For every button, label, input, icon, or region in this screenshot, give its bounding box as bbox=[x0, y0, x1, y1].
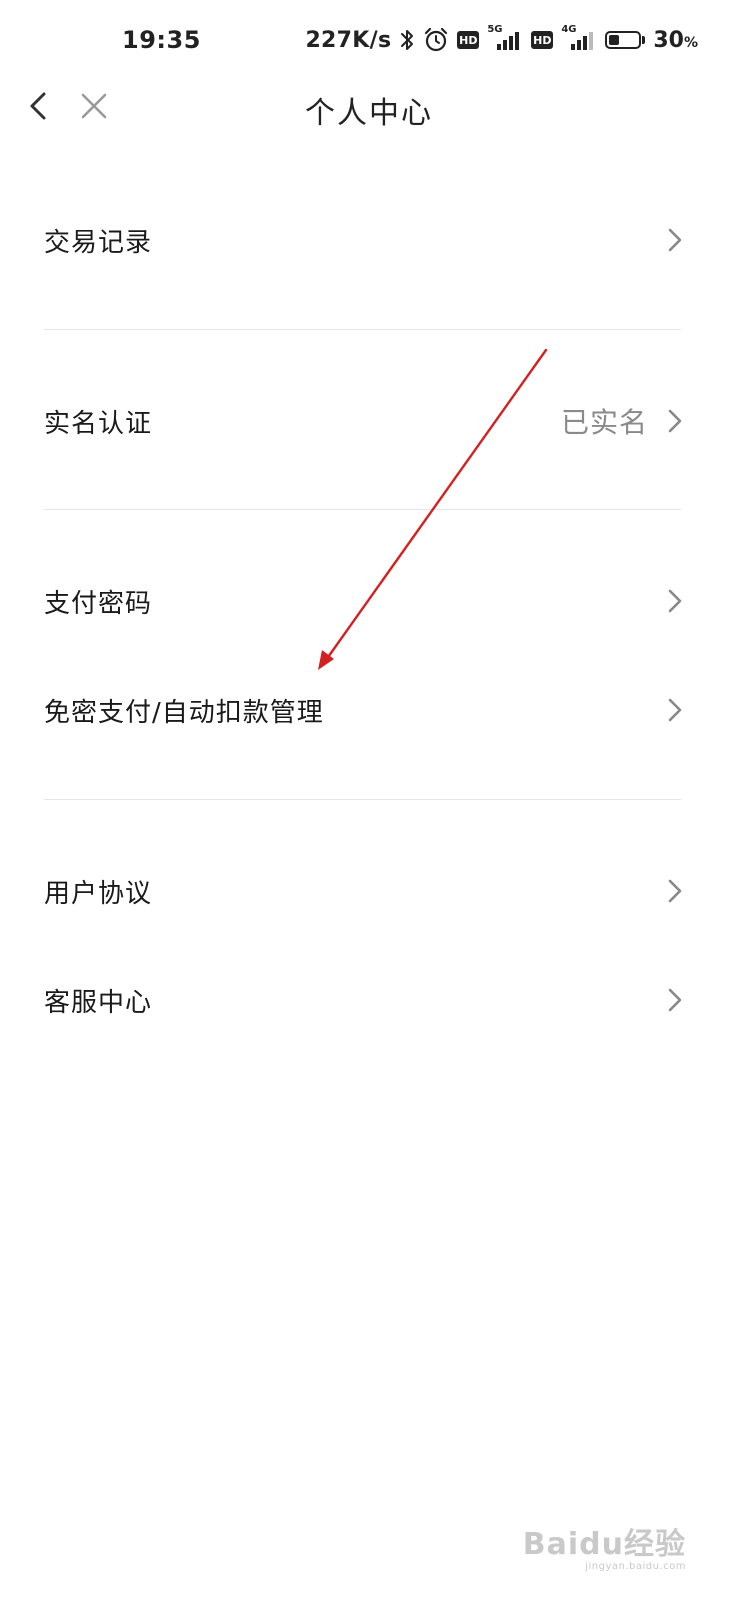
hd-badge-2: HD bbox=[531, 31, 554, 49]
watermark-brand: Baidu经验 bbox=[522, 1527, 686, 1562]
chevron-right-icon bbox=[668, 698, 682, 722]
battery-body bbox=[605, 31, 642, 49]
battery-icon bbox=[605, 31, 646, 49]
chevron-right-icon bbox=[668, 409, 682, 433]
divider bbox=[44, 799, 681, 800]
signal-icon: 5G bbox=[487, 24, 523, 52]
menu-item-label: 支付密码 bbox=[44, 588, 153, 619]
status-bar: 19:35 227K/s HD 5G HD 4G 30% bbox=[0, 0, 738, 80]
divider bbox=[44, 329, 681, 330]
status-time: 19:35 bbox=[122, 26, 201, 54]
menu-item-label: 客服中心 bbox=[44, 987, 153, 1018]
chevron-right-icon bbox=[668, 879, 682, 903]
baidu-watermark: Baidu经验 jingyan.baidu.com bbox=[523, 1519, 686, 1572]
menu-item-user-agreement[interactable]: 用户协议 bbox=[44, 851, 684, 931]
chevron-right-icon bbox=[668, 228, 682, 252]
menu-item-real-name-verification[interactable]: 实名认证 已实名 bbox=[44, 381, 684, 461]
page-title: 个人中心 bbox=[305, 96, 433, 131]
hd-badge: HD bbox=[457, 31, 480, 49]
battery-unit: % bbox=[683, 34, 698, 51]
annotation-arrow-head bbox=[318, 650, 334, 670]
signal-icon-2: 4G bbox=[561, 24, 597, 52]
alarm-icon bbox=[425, 27, 448, 52]
bluetooth-icon bbox=[401, 30, 414, 50]
network-type-label: 5G bbox=[487, 24, 503, 35]
chevron-right-icon bbox=[668, 589, 682, 613]
menu-item-label: 用户协议 bbox=[44, 878, 153, 909]
menu-item-customer-service[interactable]: 客服中心 bbox=[44, 960, 684, 1040]
battery-value: 30 bbox=[653, 27, 684, 53]
menu-item-label: 交易记录 bbox=[44, 227, 153, 258]
battery-fill bbox=[609, 35, 619, 45]
nav-bar: 个人中心 bbox=[0, 80, 738, 134]
battery-percentage: 30% bbox=[653, 28, 698, 53]
menu-item-label: 免密支付/自动扣款管理 bbox=[44, 697, 324, 728]
verification-status: 已实名 bbox=[560, 406, 648, 439]
menu-item-transaction-records[interactable]: 交易记录 bbox=[44, 200, 684, 280]
status-indicators: 227K/s HD 5G HD 4G 30% bbox=[305, 22, 698, 58]
menu-item-label: 实名认证 bbox=[44, 408, 153, 439]
chevron-right-icon bbox=[668, 988, 682, 1012]
network-speed: 227K/s bbox=[305, 27, 392, 53]
menu-item-auto-deduction-management[interactable]: 免密支付/自动扣款管理 bbox=[44, 670, 684, 750]
menu-item-payment-password[interactable]: 支付密码 bbox=[44, 561, 684, 641]
network-type-label-2: 4G bbox=[561, 24, 577, 35]
battery-tip bbox=[642, 36, 646, 44]
divider bbox=[44, 509, 681, 510]
